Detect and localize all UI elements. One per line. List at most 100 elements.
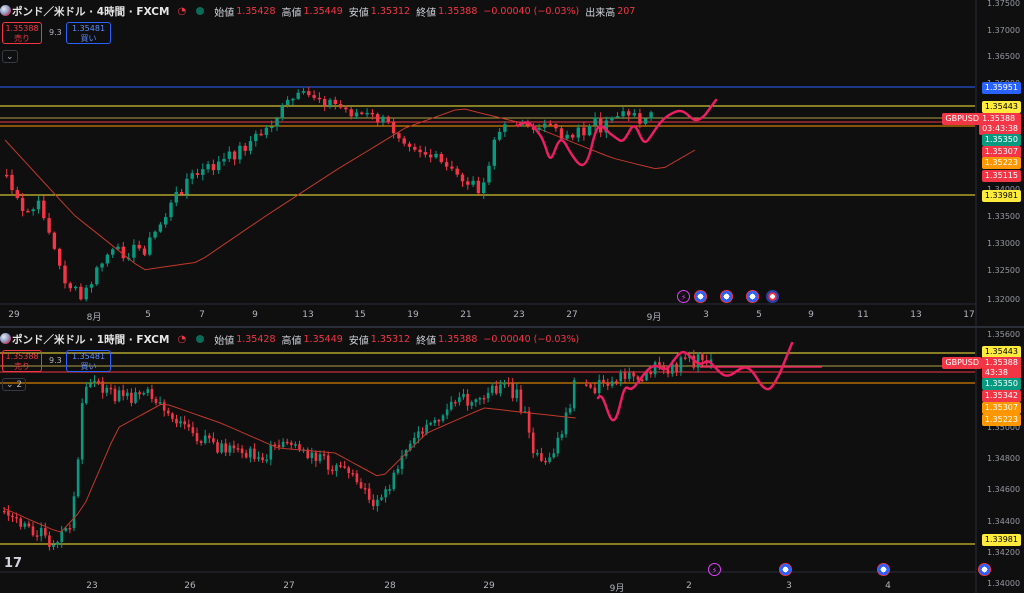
alert-icon[interactable]: ◔ <box>177 334 186 345</box>
low-value: 1.35312 <box>370 5 411 17</box>
candle-4h-candle <box>349 109 353 117</box>
sell-price: 1.35388 <box>5 24 39 33</box>
candle-1h-candle <box>568 408 572 413</box>
candle-4h-candle <box>418 149 422 153</box>
candle-1h-candle <box>470 402 473 406</box>
price-chart-4h[interactable] <box>0 0 1024 326</box>
buy-label: 買い <box>80 34 97 43</box>
price-tick-label: 1.34800 <box>987 454 1021 463</box>
close-label: 終値 <box>416 7 437 19</box>
price-tick-label: 1.34000 <box>987 579 1021 588</box>
candle-1h-candle <box>343 466 346 468</box>
candle-4h-candle <box>31 209 35 212</box>
collapse-legend-button[interactable]: ⌄ 2 <box>2 378 27 391</box>
candle-4h-candle <box>402 138 406 144</box>
candle-4h-candle <box>543 123 547 128</box>
candle-4h-candle <box>439 153 443 163</box>
candle-4h-candle <box>243 145 247 151</box>
change-value: −0.00040 (−0.03%) <box>483 5 580 17</box>
candle-1h-candle <box>376 499 379 507</box>
symbol-title[interactable]: ポンド／米ドル · 4時間 · FXCM <box>12 4 169 19</box>
candle-1h-candle <box>199 441 203 443</box>
time-tick-label: 8月 <box>86 313 102 323</box>
us-flag-icon[interactable] <box>694 290 707 303</box>
flash-icon[interactable]: ⚡ <box>677 290 690 303</box>
symbol-title[interactable]: ポンド／米ドル · 1時間 · FXCM <box>12 332 169 347</box>
candle-4h-candle <box>554 124 558 129</box>
candle-1h-candle <box>380 497 383 500</box>
candle-1h-candle <box>560 434 564 438</box>
candle-4h-candle <box>576 127 580 138</box>
close-value: 1.35388 <box>438 333 478 345</box>
candle-4h-candle <box>301 91 306 93</box>
candle-4h-candle <box>571 134 575 138</box>
candle-4h-candle <box>285 99 290 105</box>
us-flag-icon[interactable] <box>978 563 991 576</box>
buy-button[interactable]: 1.35481 買い <box>66 22 111 44</box>
candle-1h-candle <box>138 392 141 395</box>
candle-1h-candle <box>536 453 539 455</box>
candle-1h-candle <box>619 372 622 382</box>
candle-1h-candle <box>658 362 661 366</box>
us-flag-icon[interactable] <box>746 290 759 303</box>
flash-icon[interactable]: ⚡ <box>708 563 721 576</box>
candle-1h-candle <box>240 448 244 454</box>
candle-1h-candle <box>72 496 76 529</box>
collapse-legend-button[interactable]: ⌄ <box>2 50 18 63</box>
sell-button[interactable]: 1.35388 売り <box>2 350 42 372</box>
us-flag-icon[interactable] <box>720 290 733 303</box>
candle-1h-candle <box>158 402 162 404</box>
chart-pane-4h[interactable]: ポンド／米ドル · 4時間 · FXCM ◔ 始値 1.35428 高値 1.354… <box>0 0 1024 326</box>
candle-1h-candle <box>623 372 627 379</box>
candle-1h-candle <box>445 409 449 416</box>
candle-1h-candle <box>52 544 55 547</box>
candle-1h-candle <box>257 457 260 459</box>
candle-4h-candle <box>476 180 481 194</box>
gb-flag-icon[interactable] <box>766 290 779 303</box>
chart-pane-1h[interactable]: ポンド／米ドル · 1時間 · FXCM ◔ 始値 1.35428 高値 1.354… <box>0 328 1024 593</box>
candle-1h-candle <box>503 382 506 385</box>
candle-1h-candle <box>552 453 555 458</box>
high-label: 高値 <box>281 335 302 347</box>
candle-1h-candle <box>454 401 457 404</box>
candle-4h-candle <box>264 127 269 135</box>
candle-4h-candle <box>227 151 231 159</box>
price-chart-1h[interactable] <box>0 328 1024 593</box>
sell-button[interactable]: 1.35388 売り <box>2 22 42 44</box>
candle-4h-candle <box>444 162 449 167</box>
candle-4h-candle <box>429 154 433 158</box>
price-tick-label: 1.33000 <box>987 239 1021 248</box>
candle-4h-candle <box>632 113 636 116</box>
candle-1h-candle <box>167 410 170 414</box>
alert-icon[interactable]: ◔ <box>177 6 186 17</box>
candle-4h-candle <box>365 112 369 115</box>
us-flag-icon[interactable] <box>779 563 792 576</box>
price-tick-label: 1.34600 <box>987 485 1021 494</box>
candle-1h-candle <box>429 422 432 425</box>
candle-1h-candle <box>232 445 236 449</box>
candle-4h-candle <box>169 202 173 218</box>
candle-1h-candle <box>298 444 301 451</box>
candle-4h-candle <box>317 97 322 100</box>
candle-1h-candle <box>372 499 375 507</box>
buy-button[interactable]: 1.35481 買い <box>66 350 111 372</box>
volume-value: 207 <box>617 5 636 17</box>
candle-1h-candle <box>11 515 14 518</box>
candle-4h-candle <box>593 117 597 126</box>
time-tick-label: 28 <box>384 581 396 591</box>
candle-1h-candle <box>701 354 704 361</box>
candle-4h-candle <box>344 107 348 110</box>
candle-1h-candle <box>628 372 631 379</box>
candle-1h-candle <box>89 383 92 387</box>
candle-1h-candle <box>146 389 150 393</box>
candle-1h-candle <box>458 397 461 403</box>
tradingview-logo[interactable]: 17 <box>4 556 22 571</box>
time-tick-label: 9月 <box>609 584 625 593</box>
price-tag: 1.35350 <box>981 378 1021 390</box>
open-label: 始値 <box>214 335 235 347</box>
buy-price: 1.35481 <box>71 24 106 33</box>
candle-1h-candle <box>610 381 614 386</box>
us-flag-icon[interactable] <box>877 563 890 576</box>
candle-1h-candle <box>3 510 6 513</box>
candle-1h-candle <box>105 387 109 393</box>
